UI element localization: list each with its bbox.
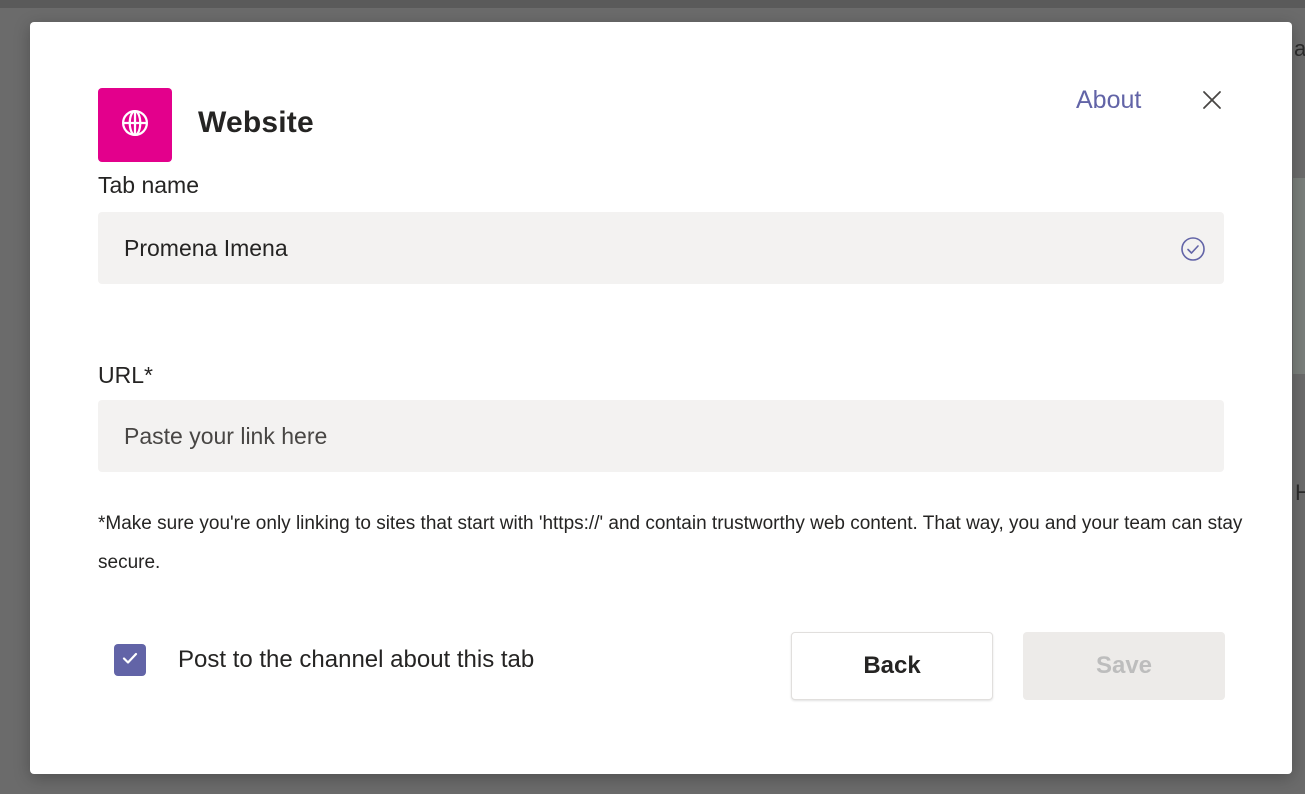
background-text-fragment: H bbox=[1295, 480, 1305, 505]
url-input[interactable]: Paste your link here bbox=[98, 400, 1224, 472]
close-button[interactable] bbox=[1196, 86, 1228, 118]
tab-name-input[interactable]: Promena Imena bbox=[98, 212, 1224, 284]
checkmark-icon bbox=[120, 648, 140, 673]
about-link[interactable]: About bbox=[1076, 86, 1141, 115]
check-circle-icon bbox=[1180, 236, 1206, 262]
close-icon bbox=[1201, 89, 1223, 116]
tab-name-value: Promena Imena bbox=[124, 234, 288, 261]
post-to-channel-option[interactable]: Post to the channel about this tab bbox=[114, 644, 534, 676]
url-placeholder: Paste your link here bbox=[124, 422, 328, 449]
globe-icon bbox=[120, 108, 150, 143]
background-text-fragment: a bbox=[1294, 36, 1305, 61]
security-hint: *Make sure you're only linking to sites … bbox=[98, 513, 1243, 573]
save-button[interactable]: Save bbox=[1023, 632, 1225, 700]
tab-name-label: Tab name bbox=[98, 172, 200, 198]
background-app-fragment bbox=[1293, 178, 1305, 374]
dialog-title: Website bbox=[198, 106, 314, 139]
add-website-tab-dialog: Website About Tab name Promena Imena URL… bbox=[30, 22, 1292, 774]
post-to-channel-checkbox[interactable] bbox=[114, 644, 146, 676]
backdrop-top-strip bbox=[0, 0, 1305, 8]
app-icon-tile bbox=[98, 88, 172, 162]
url-label: URL* bbox=[98, 362, 153, 388]
back-button[interactable]: Back bbox=[791, 632, 993, 700]
post-to-channel-label: Post to the channel about this tab bbox=[178, 646, 535, 673]
